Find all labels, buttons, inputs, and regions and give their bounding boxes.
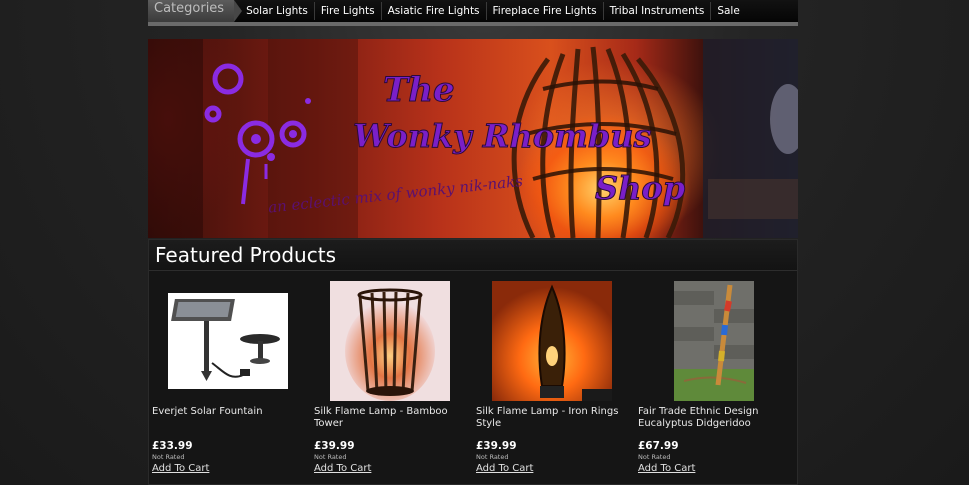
nav-item-solar-lights[interactable]: Solar Lights xyxy=(246,2,315,20)
bamboo-lamp-image xyxy=(330,281,450,401)
nav-item-sale[interactable]: Sale xyxy=(711,2,745,20)
nav-items: Solar Lights Fire Lights Asiatic Fire Li… xyxy=(246,2,746,20)
nav-item-tribal-instruments[interactable]: Tribal Instruments xyxy=(604,2,712,20)
product-card: Silk Flame Lamp - Iron Rings Style £39.9… xyxy=(476,281,628,475)
product-price: £67.99 xyxy=(638,440,679,452)
banner-title-line3: Shop xyxy=(595,169,685,207)
product-thumb[interactable] xyxy=(638,281,790,401)
product-card: Silk Flame Lamp - Bamboo Tower £39.99 No… xyxy=(314,281,466,475)
solar-fountain-image xyxy=(168,293,288,389)
categories-label: Categories xyxy=(154,1,225,16)
product-thumb[interactable] xyxy=(152,281,304,401)
featured-title: Featured Products xyxy=(155,243,336,267)
add-to-cart-link[interactable]: Add To Cart xyxy=(314,462,466,475)
product-card: Fair Trade Ethnic Design Eucalyptus Didg… xyxy=(638,281,790,475)
product-rating: Not Rated xyxy=(152,453,185,461)
product-price: £39.99 xyxy=(476,440,517,452)
product-thumb[interactable] xyxy=(314,281,466,401)
shop-banner[interactable]: The Wonky Rhombus an eclectic mix of won… xyxy=(148,39,798,238)
product-name[interactable]: Everjet Solar Fountain xyxy=(152,406,304,440)
product-name[interactable]: Silk Flame Lamp - Bamboo Tower xyxy=(314,406,466,440)
category-nav: Categories Solar Lights Fire Lights Asia… xyxy=(148,0,798,22)
product-name[interactable]: Silk Flame Lamp - Iron Rings Style xyxy=(476,406,628,440)
categories-tab[interactable]: Categories xyxy=(148,0,243,22)
nav-item-fire-lights[interactable]: Fire Lights xyxy=(315,2,382,20)
add-to-cart-link[interactable]: Add To Cart xyxy=(476,462,628,475)
nav-divider xyxy=(148,22,798,26)
product-name[interactable]: Fair Trade Ethnic Design Eucalyptus Didg… xyxy=(638,406,790,440)
add-to-cart-link[interactable]: Add To Cart xyxy=(152,462,304,475)
product-price: £33.99 xyxy=(152,440,193,452)
nav-item-fireplace-fire-lights[interactable]: Fireplace Fire Lights xyxy=(487,2,604,20)
product-price: £39.99 xyxy=(314,440,355,452)
didgeridoo-image xyxy=(674,281,754,401)
featured-header: Featured Products xyxy=(149,240,797,271)
banner-artwork: The Wonky Rhombus an eclectic mix of won… xyxy=(148,39,798,238)
nav-item-asiatic-fire-lights[interactable]: Asiatic Fire Lights xyxy=(382,2,487,20)
product-rating: Not Rated xyxy=(476,453,509,461)
product-card: Everjet Solar Fountain £33.99 Not Rated … xyxy=(152,281,304,475)
product-rating: Not Rated xyxy=(638,453,671,461)
banner-title-line1: The xyxy=(383,70,455,110)
banner-title-line2: Wonky Rhombus xyxy=(353,117,652,155)
featured-products-panel: Featured Products Everjet Solar Fountain… xyxy=(148,239,798,485)
add-to-cart-link[interactable]: Add To Cart xyxy=(638,462,790,475)
iron-rings-lamp-image xyxy=(492,281,612,401)
product-rating: Not Rated xyxy=(314,453,347,461)
product-thumb[interactable] xyxy=(476,281,628,401)
